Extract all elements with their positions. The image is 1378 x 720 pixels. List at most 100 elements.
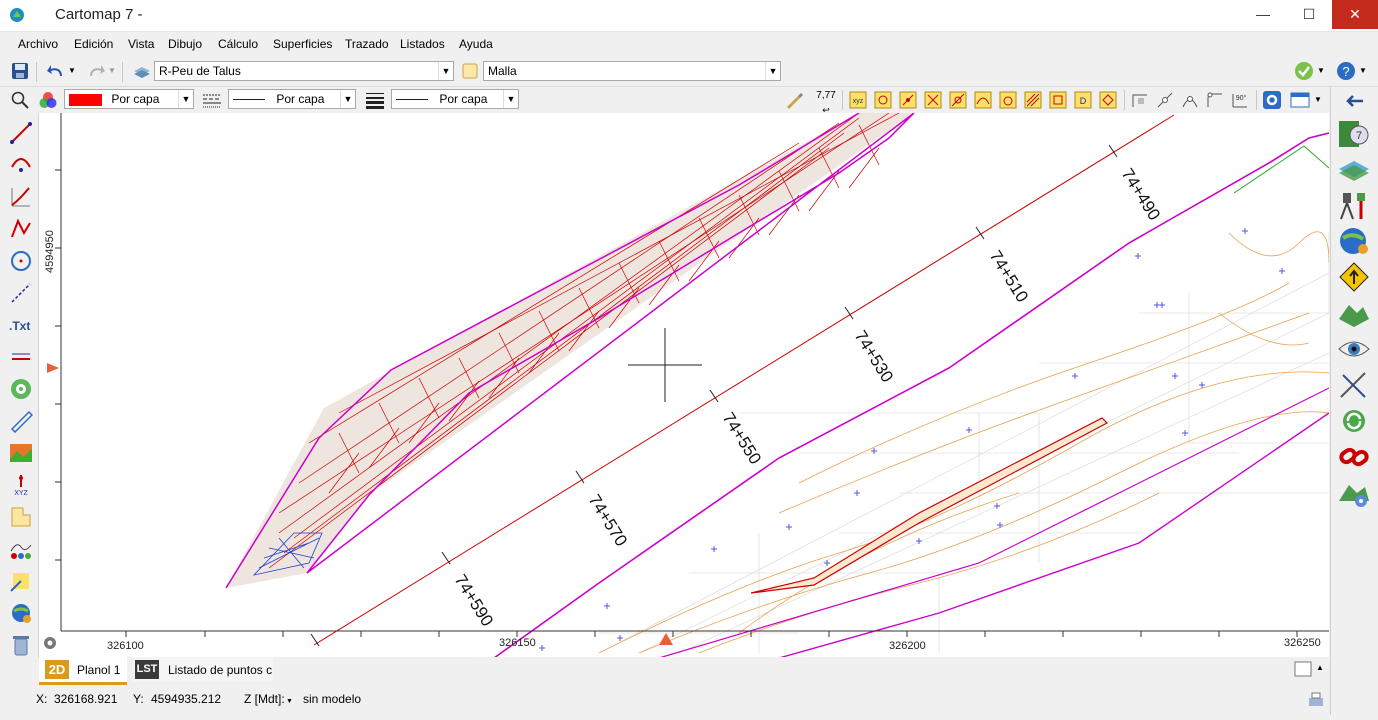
lineweight-select-value: Por capa <box>439 92 488 106</box>
snap-endpoint-icon[interactable] <box>873 90 893 110</box>
polyline-curve-icon[interactable] <box>9 185 33 209</box>
printer-icon[interactable] <box>1306 690 1326 710</box>
globe-icon[interactable] <box>9 601 33 625</box>
menu-listados[interactable]: Listados <box>400 37 445 51</box>
menu-dibujo[interactable]: Dibujo <box>168 37 202 51</box>
line-icon[interactable] <box>9 121 33 145</box>
window-layout-dropdown-icon[interactable]: ▼ <box>1314 95 1322 104</box>
color-wheel-icon[interactable] <box>38 90 58 110</box>
back-arrow-icon[interactable] <box>1343 92 1367 110</box>
link-icon[interactable] <box>1337 441 1371 473</box>
target-icon[interactable] <box>9 377 33 401</box>
settings-icon[interactable] <box>1262 90 1282 110</box>
check-dropdown-icon[interactable]: ▼ <box>1317 66 1325 75</box>
chevron-down-icon: ▼ <box>765 62 780 80</box>
snap-center-icon[interactable]: D <box>1073 90 1093 110</box>
surface-icon[interactable] <box>1337 153 1371 185</box>
help-icon[interactable]: ? <box>1336 61 1356 81</box>
snap-xyz-icon[interactable]: xyz <box>848 90 868 110</box>
survey-instrument-icon[interactable] <box>1337 189 1371 221</box>
redo-dropdown-icon[interactable]: ▼ <box>108 66 116 75</box>
linetype-select[interactable]: Por capa ▼ <box>228 89 356 109</box>
redo-icon[interactable] <box>86 61 106 81</box>
snap-midpoint-icon[interactable] <box>898 90 918 110</box>
rule-icon[interactable] <box>9 409 33 433</box>
window-layout-icon[interactable] <box>1290 90 1310 110</box>
snap-perpendicular-icon[interactable] <box>948 90 968 110</box>
snap-tangent-icon[interactable] <box>998 90 1018 110</box>
close-button[interactable]: ✕ <box>1332 0 1378 29</box>
snap-quadrant-icon[interactable] <box>1098 90 1118 110</box>
menu-ayuda[interactable]: Ayuda <box>459 37 493 51</box>
panel-toggle-icon[interactable] <box>1294 661 1312 677</box>
angle-90-icon[interactable]: 90° <box>1230 90 1250 110</box>
check-icon[interactable] <box>1294 61 1314 81</box>
recycle-bin-icon[interactable] <box>9 633 33 657</box>
hatch-icon[interactable] <box>9 505 33 529</box>
color-select[interactable]: Por capa ▼ <box>64 89 194 109</box>
terrain-icon[interactable] <box>1337 297 1371 329</box>
undo-icon[interactable] <box>46 61 66 81</box>
lineweight-select[interactable]: Por capa ▼ <box>391 89 519 109</box>
lineweight-icon[interactable] <box>365 90 385 110</box>
world-icon[interactable] <box>1337 225 1371 257</box>
circle-icon[interactable] <box>9 249 33 273</box>
menu-edicion[interactable]: Edición <box>74 37 113 51</box>
menu-archivo[interactable]: Archivo <box>18 37 58 51</box>
save-icon[interactable] <box>10 61 30 81</box>
snap-intersection-icon[interactable] <box>923 90 943 110</box>
image-icon[interactable] <box>9 441 33 465</box>
vertex-edit-icon[interactable] <box>1155 90 1175 110</box>
map-drawing[interactable]: 74+490 74+510 74+530 74+550 74+570 74+59… <box>39 113 1329 658</box>
snap-arc-icon[interactable] <box>973 90 993 110</box>
panel-toggle-arrow-icon[interactable]: ▲ <box>1316 663 1324 672</box>
brush-icon[interactable] <box>784 90 804 110</box>
zoom-icon[interactable] <box>10 90 30 110</box>
warning-sign-icon[interactable] <box>1337 261 1371 293</box>
layer-select-value: R-Peu de Talus <box>159 64 241 78</box>
linetype-icon[interactable] <box>202 90 222 110</box>
xyz-point-icon[interactable]: XYZ <box>9 473 33 497</box>
grid-edit-icon[interactable] <box>1130 90 1150 110</box>
arc-icon[interactable] <box>9 153 33 177</box>
snap-nearest-icon[interactable] <box>1023 90 1043 110</box>
tab-planol-1[interactable]: 2D Planol 1 <box>39 657 127 685</box>
station-label: 74+590 <box>451 571 497 630</box>
x-tick-label: 326100 <box>107 640 144 652</box>
canvas-settings-icon[interactable] <box>44 637 56 649</box>
svg-text:90°: 90° <box>1236 94 1247 102</box>
drawing-canvas[interactable]: 74+490 74+510 74+530 74+550 74+570 74+59… <box>39 113 1329 658</box>
gear-terrain-icon[interactable] <box>1337 477 1371 509</box>
status-bar: X: 326168.921 Y: 4594935.212 Z [Mdt]: ▼ … <box>0 688 1330 712</box>
tab-listado-puntos[interactable]: LST Listado de puntos c <box>133 657 273 682</box>
undo-dropdown-icon[interactable]: ▼ <box>68 66 76 75</box>
decimals-button[interactable]: 7,77 ↩ <box>814 89 838 115</box>
y-tick-label: 4594950 <box>44 230 56 273</box>
measure-tool-icon[interactable] <box>1337 369 1371 401</box>
sync-icon[interactable] <box>1337 405 1371 437</box>
snap-node-icon[interactable] <box>1048 90 1068 110</box>
layer-select[interactable]: R-Peu de Talus ▼ <box>154 61 454 81</box>
menu-vista[interactable]: Vista <box>128 37 154 51</box>
surface-select[interactable]: Malla ▼ <box>483 61 781 81</box>
measure-icon[interactable] <box>9 345 33 369</box>
fillet-icon[interactable] <box>1205 90 1225 110</box>
help-dropdown-icon[interactable]: ▼ <box>1359 66 1367 75</box>
menu-trazado[interactable]: Trazado <box>345 37 389 51</box>
coordinates-icon[interactable] <box>9 569 33 593</box>
minimize-button[interactable]: — <box>1240 0 1286 29</box>
z-dropdown-icon[interactable]: ▼ <box>286 698 293 705</box>
menu-calculo[interactable]: Cálculo <box>218 37 258 51</box>
polyline-icon[interactable] <box>9 217 33 241</box>
profile-icon[interactable] <box>9 537 33 561</box>
dimension-icon[interactable] <box>9 281 33 305</box>
text-icon[interactable]: .Txt <box>9 319 30 333</box>
maximize-button[interactable]: ☐ <box>1286 0 1332 29</box>
help-layers-icon[interactable]: 7 <box>1337 117 1371 149</box>
vertex-add-icon[interactable] <box>1180 90 1200 110</box>
eye-icon[interactable] <box>1337 333 1371 365</box>
tab-label: Planol 1 <box>77 663 121 677</box>
surface-icon[interactable] <box>460 61 480 81</box>
layers-icon[interactable] <box>132 61 152 81</box>
menu-superficies[interactable]: Superficies <box>273 37 332 51</box>
